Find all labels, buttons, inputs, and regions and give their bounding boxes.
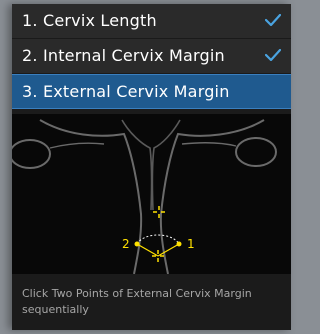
point-2-marker[interactable] bbox=[134, 241, 140, 247]
uterus-illustration: 2 1 bbox=[12, 119, 277, 275]
step-label: 3. External Cervix Margin bbox=[22, 82, 230, 101]
checkmark-icon bbox=[265, 49, 281, 61]
left-ovary bbox=[12, 139, 51, 169]
point-2-label: 2 bbox=[122, 237, 130, 251]
margin-arc bbox=[136, 234, 180, 245]
instruction-text: Click Two Points of External Cervix Marg… bbox=[22, 287, 252, 316]
point-1-label: 1 bbox=[187, 237, 195, 251]
right-ovary bbox=[235, 137, 277, 167]
step-label: 2. Internal Cervix Margin bbox=[22, 46, 225, 65]
measurement-panel: 1. Cervix Length 2. Internal Cervix Marg… bbox=[12, 4, 291, 330]
step-external-cervix-margin[interactable]: 3. External Cervix Margin bbox=[12, 74, 291, 109]
checkmark-icon bbox=[265, 14, 281, 26]
point-1-marker[interactable] bbox=[176, 241, 182, 247]
anatomy-diagram[interactable]: 2 1 bbox=[12, 114, 291, 275]
step-label: 1. Cervix Length bbox=[22, 11, 157, 30]
step-cervix-length[interactable]: 1. Cervix Length bbox=[12, 4, 291, 39]
crosshair-icon bbox=[153, 206, 165, 218]
step-internal-cervix-margin[interactable]: 2. Internal Cervix Margin bbox=[12, 39, 291, 74]
